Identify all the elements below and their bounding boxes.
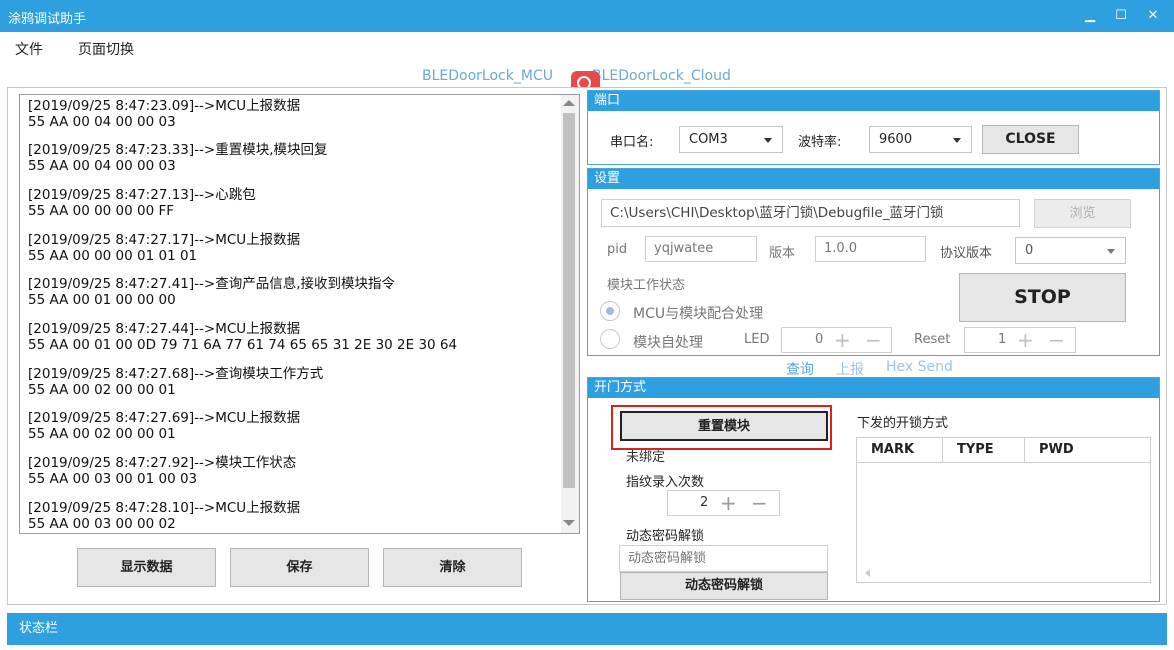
fingerprint-count-value: 2 xyxy=(700,495,709,510)
port-select-value: COM3 xyxy=(689,132,728,147)
baud-rate-select[interactable]: 9600 xyxy=(869,126,972,153)
log-entry: [2019/09/25 8:47:27.69]-->MCU上报数据 55 AA 0… xyxy=(28,410,301,442)
led-label: LED xyxy=(744,332,770,347)
close-port-button[interactable]: CLOSE xyxy=(982,125,1079,154)
reset-label: Reset xyxy=(914,332,951,347)
file-path-field[interactable]: C:\Users\CHI\Desktop\蓝牙门锁\Debugfile_蓝牙门锁 xyxy=(601,199,1020,227)
minus-icon[interactable]: − xyxy=(865,330,882,350)
protocol-version-label: 协议版本 xyxy=(940,246,993,261)
minus-icon[interactable]: − xyxy=(1048,330,1065,350)
tab-query[interactable]: 查询 xyxy=(786,359,814,379)
log-entry: [2019/09/25 8:47:23.09]-->MCU上报数据 55 AA 0… xyxy=(28,98,301,130)
log-scroll-thumb[interactable] xyxy=(563,113,575,488)
status-bar: 状态栏 xyxy=(7,613,1167,645)
dynamic-password-label: 动态密码解锁 xyxy=(626,529,705,544)
port-name-label: 串口名: xyxy=(610,135,654,150)
log-entry: [2019/09/25 8:47:27.92]-->模块工作状态 55 AA 00… xyxy=(28,455,297,487)
save-button[interactable]: 保存 xyxy=(230,548,369,587)
unbound-label: 未绑定 xyxy=(626,450,666,465)
unlock-methods-label: 下发的开锁方式 xyxy=(857,416,949,431)
chevron-down-icon xyxy=(764,138,772,143)
log-entry: [2019/09/25 8:47:27.17]-->MCU上报数据 55 AA 0… xyxy=(28,232,301,264)
log-entry: [2019/09/25 8:47:27.44]-->MCU上报数据 55 AA 0… xyxy=(28,321,458,353)
baud-rate-value: 9600 xyxy=(879,132,913,147)
tab-bledoorlock-cloud[interactable]: BLEDoorLock_Cloud xyxy=(592,68,731,84)
tab-report[interactable]: 上报 xyxy=(836,359,864,379)
scroll-down-icon[interactable] xyxy=(563,520,575,526)
baud-rate-label: 波特率: xyxy=(798,135,842,150)
version-field[interactable]: 1.0.0 xyxy=(815,236,926,262)
plus-icon[interactable]: + xyxy=(834,330,851,350)
log-entry: [2019/09/25 8:47:23.33]-->重置模块,模块回复 55 AA… xyxy=(28,142,328,174)
protocol-version-select[interactable]: 0 xyxy=(1015,237,1126,264)
reset-stepper[interactable]: 1 + − xyxy=(964,327,1076,353)
pid-field[interactable]: yqjwatee xyxy=(645,236,757,262)
scroll-up-icon[interactable] xyxy=(563,100,575,106)
dynamic-password-input[interactable] xyxy=(619,545,828,572)
radio-mcu-cooperate[interactable] xyxy=(600,301,620,321)
pid-label: pid xyxy=(607,242,628,257)
column-header-pwd[interactable]: PWD xyxy=(1025,438,1151,462)
led-stepper[interactable]: 0 + − xyxy=(781,327,892,353)
dynamic-password-button[interactable]: 动态密码解锁 xyxy=(620,572,828,600)
browse-button[interactable]: 浏览 xyxy=(1034,199,1131,228)
door-panel-header: 开门方式 xyxy=(588,378,1159,398)
log-panel: [2019/09/25 8:47:23.09]-->MCU上报数据 55 AA 0… xyxy=(19,94,580,534)
menu-bar: 文件 页面切换 xyxy=(0,32,1174,62)
work-state-label: 模块工作状态 xyxy=(607,278,686,293)
column-header-mark[interactable]: MARK xyxy=(857,438,943,462)
table-header-divider xyxy=(857,462,1150,463)
minus-icon[interactable]: − xyxy=(751,493,768,513)
port-select[interactable]: COM3 xyxy=(679,126,783,153)
log-entry: [2019/09/25 8:47:27.13]-->心跳包 55 AA 00 00… xyxy=(28,187,256,219)
clear-button[interactable]: 清除 xyxy=(383,548,522,587)
port-panel-header: 端口 xyxy=(588,91,1159,111)
chevron-down-icon xyxy=(953,138,961,143)
menu-file[interactable]: 文件 xyxy=(15,39,43,59)
stop-button[interactable]: STOP xyxy=(959,273,1126,322)
menu-page-switch[interactable]: 页面切换 xyxy=(78,39,134,59)
radio-module-self-label: 模块自处理 xyxy=(633,335,703,351)
protocol-version-value: 0 xyxy=(1025,243,1034,258)
show-data-button[interactable]: 显示数据 xyxy=(77,548,216,587)
log-scrollbar[interactable] xyxy=(561,95,579,533)
plus-icon[interactable]: + xyxy=(720,493,737,513)
radio-module-self[interactable] xyxy=(600,329,620,349)
fingerprint-count-stepper[interactable]: 2 + − xyxy=(667,490,780,516)
log-entry: [2019/09/25 8:47:27.41]-->查询产品信息,接收到模块指令… xyxy=(28,276,395,308)
plus-icon[interactable]: + xyxy=(1017,330,1034,350)
unlock-methods-table: MARK TYPE PWD xyxy=(856,437,1151,583)
reset-value: 1 xyxy=(998,332,1007,347)
tab-bledoorlock-mcu[interactable]: BLEDoorLock_MCU xyxy=(422,68,553,84)
scroll-left-icon[interactable] xyxy=(865,569,870,577)
chevron-down-icon xyxy=(1107,249,1115,254)
log-entry: [2019/09/25 8:47:27.68]-->查询模块工作方式 55 AA … xyxy=(28,366,324,398)
close-window-button[interactable]: ✕ xyxy=(1138,4,1168,28)
settings-panel-header: 设置 xyxy=(588,169,1159,189)
reset-module-button[interactable]: 重置模块 xyxy=(620,411,828,441)
column-header-type[interactable]: TYPE xyxy=(943,438,1025,462)
fingerprint-count-label: 指纹录入次数 xyxy=(626,475,705,490)
title-bar: 涂鸦调试助手 ▁ ☐ ✕ xyxy=(0,0,1174,32)
maximize-button[interactable]: ☐ xyxy=(1106,4,1136,28)
window-title: 涂鸦调试助手 xyxy=(8,12,87,27)
led-value: 0 xyxy=(815,332,824,347)
radio-mcu-cooperate-label: MCU与模块配合处理 xyxy=(633,306,764,322)
tab-hex-send[interactable]: Hex Send xyxy=(886,359,953,375)
minimize-button[interactable]: ▁ xyxy=(1075,4,1105,28)
version-label: 版本 xyxy=(769,246,796,261)
log-entry: [2019/09/25 8:47:28.10]-->MCU上报数据 55 AA 0… xyxy=(28,500,301,532)
